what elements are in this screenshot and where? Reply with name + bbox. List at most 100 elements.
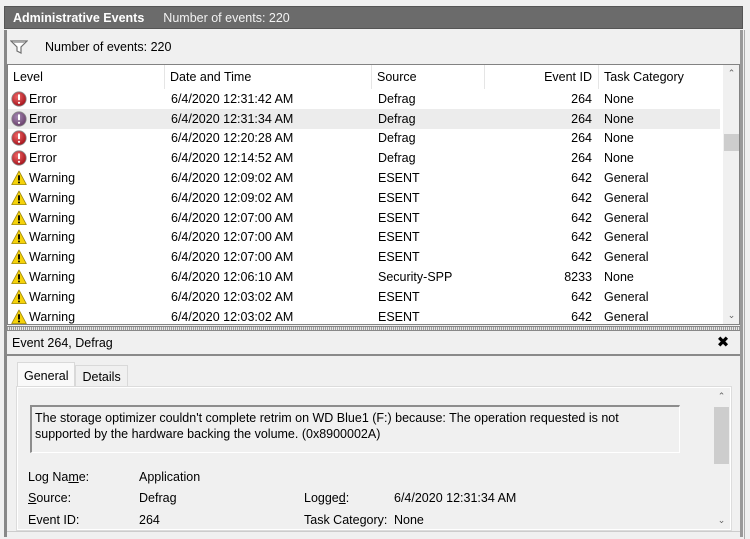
table-row[interactable]: Warning 6/4/2020 12:06:10 AM Security-SPP 8… [8,267,720,287]
warning-icon [11,190,27,205]
event-id-cell: 642 [571,250,592,265]
grid-scrollbar[interactable]: ⌃ ⌄ [722,65,739,324]
warning-icon [11,249,27,265]
column-header-task-category[interactable]: Task Category [599,65,720,89]
level-cell: Error [8,109,165,129]
column-header-source[interactable]: Source [372,65,485,89]
task-category-label: Task Category: [304,513,388,527]
level-text: Warning [29,230,76,245]
logged-label: Logged: [304,491,350,505]
event-id-cell: 642 [571,210,592,225]
event-id-value: 264 [139,513,160,527]
date-time-cell: 6/4/2020 12:09:02 AM [171,171,294,186]
table-row[interactable]: Error 6/4/2020 12:14:52 AM Defrag 264 None [8,148,720,168]
level-text: Warning [29,190,76,205]
table-row[interactable]: Warning 6/4/2020 12:03:02 AM ESENT 642 Gener… [8,287,720,307]
date-time-cell: 6/4/2020 12:07:00 AM [171,230,294,245]
source-cell: ESENT [378,289,420,304]
level-cell: Warning [8,228,165,248]
date-time-cell: 6/4/2020 12:31:42 AM [171,91,294,106]
detail-scroll-up-arrow-icon[interactable]: ⌃ [713,388,730,405]
source-cell: Defrag [378,131,416,146]
filter-icon[interactable] [10,40,28,54]
column-header-date-time[interactable]: Date and Time [165,65,372,89]
warning-icon [11,309,27,324]
event-id-cell: 264 [571,91,592,106]
table-row[interactable]: Warning 6/4/2020 12:09:02 AM ESENT 642 Gener… [8,168,720,188]
warning-icon [11,230,27,245]
source-cell: ESENT [378,309,420,324]
level-text: Error [29,91,57,106]
task-category-value: None [394,513,424,527]
column-header-event-id[interactable]: Event ID [485,65,599,89]
tab-details[interactable]: Details [75,365,128,387]
table-row[interactable]: Error 6/4/2020 12:20:28 AM Defrag 264 None [8,129,720,149]
source-cell: Defrag [378,91,416,106]
source-cell: ESENT [378,230,420,245]
detail-scrollbar[interactable]: ⌃ ⌄ [713,388,730,529]
level-text: Error [29,151,57,166]
level-text: Warning [29,250,76,265]
events-grid[interactable]: Level Date and Time Source Event ID Task… [7,64,740,325]
table-row[interactable]: Warning 6/4/2020 12:03:02 AM ESENT 642 Gener… [8,307,720,324]
source-cell: ESENT [378,190,420,205]
table-row[interactable]: Warning 6/4/2020 12:09:02 AM ESENT 642 Gener… [8,188,720,208]
warning-icon [11,210,27,225]
tab-general[interactable]: General [17,362,76,388]
date-time-cell: 6/4/2020 12:14:52 AM [171,151,294,166]
event-id-cell: 264 [571,151,592,166]
scroll-down-arrow-icon[interactable]: ⌄ [723,307,739,324]
level-text: Error [29,131,57,146]
task-category-cell: None [604,91,634,106]
table-row[interactable]: Error 6/4/2020 12:31:34 AM Defrag 264 None [8,108,720,129]
pane-splitter[interactable] [7,326,740,331]
detail-scroll-thumb[interactable] [714,407,729,464]
event-id-cell: 8233 [564,270,592,285]
table-row[interactable]: Error 6/4/2020 12:31:42 AM Defrag 264 None [8,89,720,109]
date-time-cell: 6/4/2020 12:06:10 AM [171,270,294,285]
source-cell: ESENT [378,210,420,225]
column-header-level[interactable]: Level [8,65,165,89]
event-id-cell: 642 [571,289,592,304]
detail-scroll-down-arrow-icon[interactable]: ⌄ [713,512,730,529]
source-cell: Defrag [378,151,416,166]
grid-scroll-thumb[interactable] [724,134,739,151]
level-text: Warning [29,309,76,324]
date-time-cell: 6/4/2020 12:03:02 AM [171,309,294,324]
source-cell: ESENT [378,171,420,186]
source-cell: Security-SPP [378,270,453,285]
table-row[interactable]: Warning 6/4/2020 12:07:00 AM ESENT 642 Gener… [8,208,720,228]
level-cell: Warning [8,188,165,208]
title-bar: Administrative Events Number of events: … [4,6,743,29]
task-category-cell: None [604,131,634,146]
task-category-cell: None [604,151,634,166]
filter-bar: Number of events: 220 [7,31,740,63]
window-subtitle: Number of events: 220 [163,10,290,25]
warning-icon [11,289,27,304]
grid-header: Level Date and Time Source Event ID Task… [8,65,720,89]
error-icon [11,130,27,147]
task-category-cell: General [604,171,649,186]
source-cell: ESENT [378,250,420,265]
level-cell: Warning [8,287,165,307]
table-row[interactable]: Warning 6/4/2020 12:07:00 AM ESENT 642 Gener… [8,247,720,267]
event-description[interactable]: The storage optimizer couldn't complete … [30,405,680,453]
task-category-cell: None [604,111,634,126]
error-icon [11,111,27,127]
level-cell: Error [8,129,165,149]
source-label: Source: [28,491,72,505]
date-time-cell: 6/4/2020 12:03:02 AM [171,289,294,304]
log-name-label: Log Name: [28,470,90,484]
level-text: Warning [29,270,76,285]
date-time-cell: 6/4/2020 12:31:34 AM [171,111,294,126]
close-icon[interactable]: ✖ [716,335,730,350]
level-cell: Error [8,148,165,168]
event-id-cell: 642 [571,309,592,324]
table-row[interactable]: Warning 6/4/2020 12:07:00 AM ESENT 642 Gener… [8,228,720,248]
source-value: Defrag [139,491,177,505]
event-count-label: Number of events: 220 [45,40,172,54]
task-category-cell: General [604,289,649,304]
date-time-cell: 6/4/2020 12:07:00 AM [171,210,294,225]
scroll-up-arrow-icon[interactable]: ⌃ [723,65,739,82]
event-id-cell: 264 [571,111,592,126]
